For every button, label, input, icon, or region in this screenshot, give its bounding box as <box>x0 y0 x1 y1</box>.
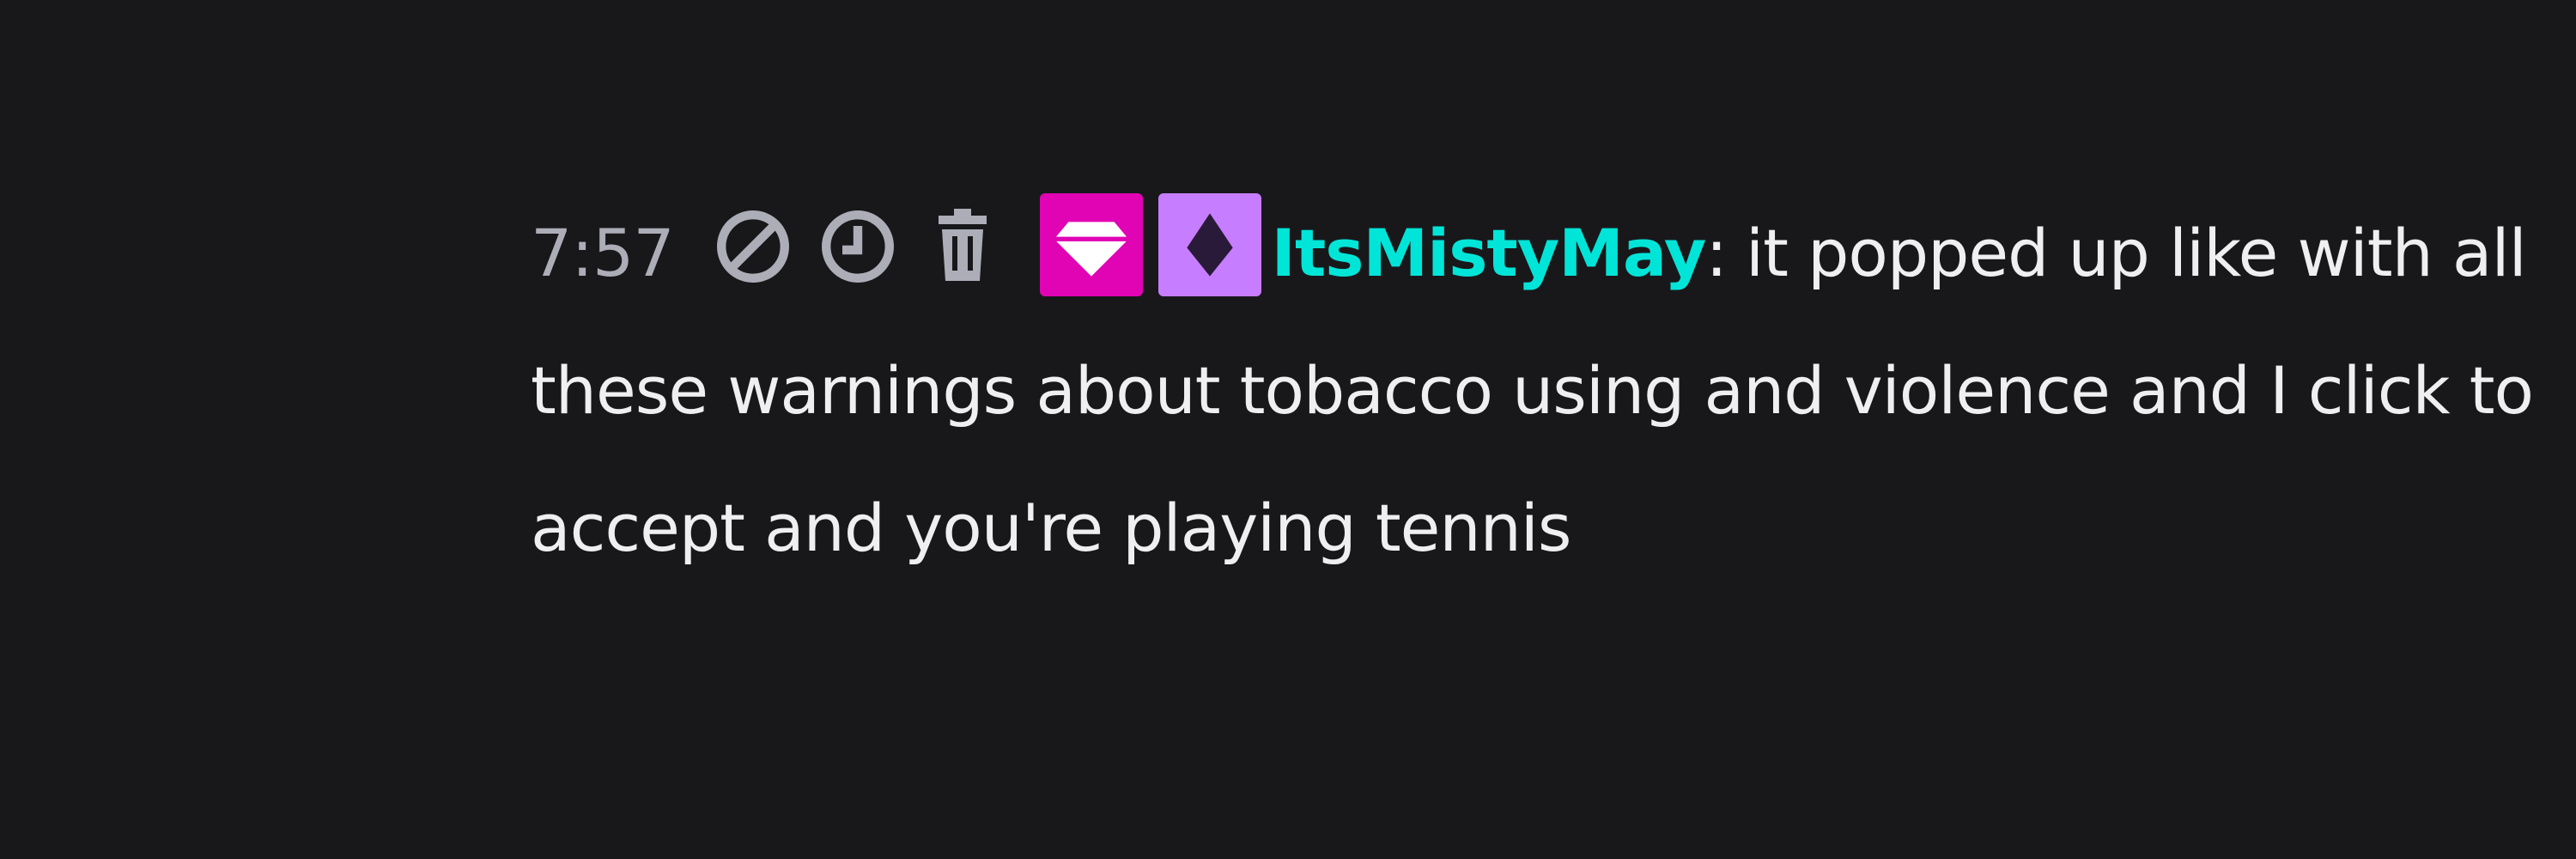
delete-icon[interactable] <box>921 205 1004 288</box>
username[interactable]: ItsMistyMay <box>1272 215 1707 291</box>
timeout-icon[interactable] <box>817 205 899 288</box>
gem-badge[interactable] <box>1039 193 1143 296</box>
message-separator: : <box>1705 215 1728 291</box>
message-timestamp: 7:57 <box>531 215 675 291</box>
ban-icon[interactable] <box>712 205 794 288</box>
prime-badge[interactable] <box>1157 193 1261 296</box>
chat-message: 7:57 ItsMistyMay: it popped up like with a… <box>531 185 2540 597</box>
